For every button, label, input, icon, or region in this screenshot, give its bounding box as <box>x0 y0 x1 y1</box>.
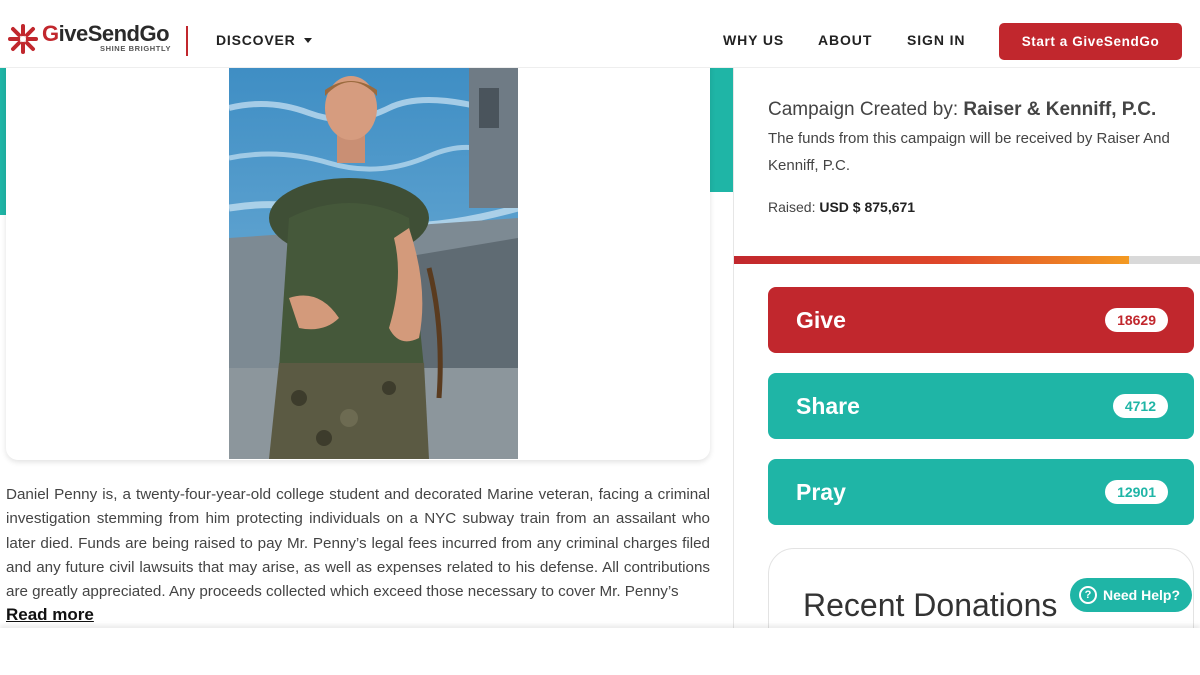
column-divider <box>733 68 734 628</box>
right-teal-accent <box>710 68 733 192</box>
created-by-name[interactable]: Raiser & Kenniff, P.C. <box>963 99 1156 120</box>
logo-tagline: SHINE BRIGHTLY <box>100 44 172 53</box>
share-count-badge: 4712 <box>1112 394 1168 418</box>
give-button[interactable]: Give 18629 <box>768 287 1194 353</box>
pray-label: Pray <box>796 478 846 505</box>
progress-fill <box>734 256 1129 264</box>
logo-divider <box>186 26 188 56</box>
discover-menu[interactable]: DISCOVER <box>216 32 312 48</box>
nav-sign-in[interactable]: SIGN IN <box>907 32 965 48</box>
campaign-creator: Campaign Created by: Raiser & Kenniff, P… <box>768 99 1156 121</box>
need-help-label: Need Help? <box>1103 587 1181 603</box>
chevron-down-icon <box>303 37 312 43</box>
start-campaign-button[interactable]: Start a GiveSendGo <box>999 23 1182 60</box>
raised-amount: Raised: USD $ 875,671 <box>768 199 915 215</box>
created-by-label: Campaign Created by: <box>768 99 959 120</box>
give-label: Give <box>796 306 846 333</box>
pray-button[interactable]: Pray 12901 <box>768 459 1194 525</box>
raised-value: USD $ 875,671 <box>819 199 916 215</box>
nav-about[interactable]: ABOUT <box>818 32 872 48</box>
givesendgo-logo[interactable]: GiveSendGo SHINE BRIGHTLY <box>6 22 171 56</box>
give-count-badge: 18629 <box>1105 308 1168 332</box>
share-label: Share <box>796 392 860 419</box>
raised-label: Raised: <box>768 199 816 215</box>
logo-wordmark: GiveSendGo <box>42 21 170 46</box>
read-more-link[interactable]: Read more <box>6 605 94 625</box>
campaign-image-card <box>6 60 710 460</box>
pray-count-badge: 12901 <box>1105 480 1168 504</box>
campaign-photo <box>229 68 518 459</box>
question-mark-icon: ? <box>1079 586 1097 604</box>
share-button[interactable]: Share 4712 <box>768 373 1194 439</box>
fundraising-progress-bar <box>734 256 1200 264</box>
page-bottom-edge <box>0 628 1200 675</box>
nav-why-us[interactable]: WHY US <box>723 32 784 48</box>
need-help-button[interactable]: ? Need Help? <box>1070 578 1192 612</box>
campaign-description: Daniel Penny is, a twenty-four-year-old … <box>6 486 710 601</box>
recent-donations-title: Recent Donations <box>803 587 1058 623</box>
funds-recipient-text: The funds from this campaign will be rec… <box>768 130 1170 174</box>
top-navbar: GiveSendGo SHINE BRIGHTLY DISCOVER WHY U… <box>0 0 1200 68</box>
logo-star-icon <box>6 22 40 56</box>
discover-label: DISCOVER <box>216 32 296 48</box>
